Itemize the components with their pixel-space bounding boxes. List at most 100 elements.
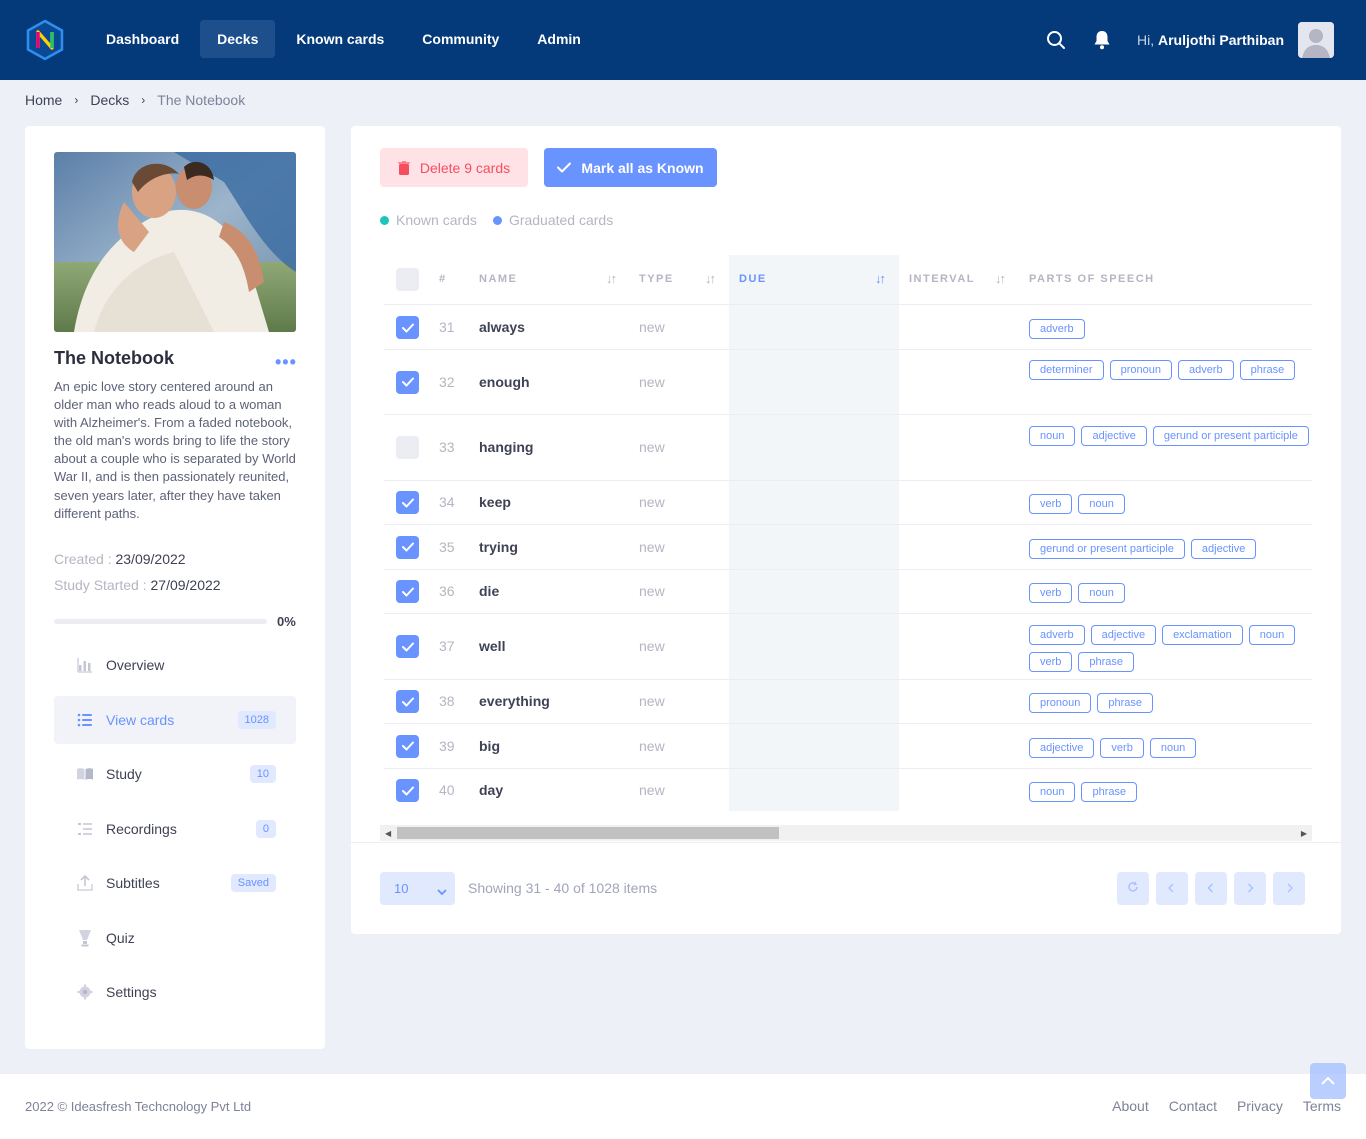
row-checkbox[interactable] [396,734,419,758]
card-word[interactable]: big [479,738,500,754]
nav-admin[interactable]: Admin [520,20,598,58]
created-label: Created : [54,551,112,567]
row-checkbox[interactable] [396,779,419,802]
pos-tag: noun [1078,494,1125,514]
card-word[interactable]: enough [479,374,530,390]
next-page-button[interactable] [1234,872,1266,905]
footer-link-terms[interactable]: Terms [1303,1098,1341,1114]
progress-percent: 0% [277,614,296,629]
scroll-to-top-button[interactable] [1310,1063,1346,1099]
search-icon[interactable] [1045,29,1067,51]
app-logo[interactable] [24,19,66,61]
deck-cover-image [54,152,296,332]
card-word[interactable]: day [479,782,503,798]
deck-progress-bar [54,619,267,624]
sort-icon[interactable]: ↓↑ [875,271,886,286]
refresh-button[interactable] [1117,872,1149,905]
row-checkbox[interactable] [396,635,419,658]
menu-settings[interactable]: Settings [54,968,296,1016]
nav-community[interactable]: Community [405,20,516,58]
table-row: 31 always new adverb [384,306,1312,350]
check-icon [401,741,414,751]
pos-tag: noun [1078,583,1125,603]
deck-description: An epic love story centered around an ol… [54,379,296,521]
footer-link-privacy[interactable]: Privacy [1237,1098,1283,1114]
row-checkbox[interactable] [396,436,419,459]
pagination-controls [1117,872,1305,905]
nav-decks[interactable]: Decks [200,20,276,58]
chevron-left-icon [1206,881,1216,896]
pos-tag: gerund or present participle [1029,538,1185,559]
menu-subtitles[interactable]: Subtitles Saved [54,859,296,907]
sort-icon[interactable]: ↓↑ [705,271,716,286]
mark-all-known-button[interactable]: Mark all as Known [544,148,717,187]
parts-of-speech: adjective verb noun [1029,737,1312,758]
card-word[interactable]: well [479,638,505,654]
card-word[interactable]: die [479,583,499,599]
pos-tag: noun [1248,624,1296,645]
avatar[interactable] [1298,22,1334,58]
pos-tag: adjective [1081,425,1147,446]
footer-links: About Contact Privacy Terms [1112,1098,1341,1114]
card-word[interactable]: keep [479,494,511,510]
nav-dashboard[interactable]: Dashboard [89,20,196,58]
bell-icon[interactable] [1091,29,1113,51]
previous-page-button[interactable] [1195,872,1227,905]
column-header-interval[interactable]: INTERVAL [909,273,975,285]
card-type: new [639,737,665,754]
menu-study[interactable]: Study 10 [54,750,296,798]
menu-overview[interactable]: Overview [54,641,296,689]
menu-label: Study [106,766,142,782]
delete-cards-button[interactable]: Delete 9 cards [380,148,528,187]
known-label: Mark all as Known [581,159,704,176]
pos-tag: pronoun [1109,360,1172,380]
scrollbar-thumb[interactable] [397,827,779,839]
row-checkbox[interactable] [396,690,419,713]
book-open-icon [76,765,94,783]
deck-created: Created : 23/09/2022 [54,551,186,567]
card-word[interactable]: hanging [479,439,533,455]
row-checkbox[interactable] [396,316,419,339]
delete-label: Delete 9 cards [419,159,511,176]
card-type: new [639,439,665,455]
menu-quiz[interactable]: Quiz [54,914,296,962]
first-page-button[interactable] [1156,872,1188,905]
breadcrumb: Home › Decks › The Notebook [25,92,245,108]
horizontal-scrollbar[interactable]: ◀ ▶ [380,825,1312,841]
pos-tag: noun [1149,737,1197,758]
parts-of-speech: verb noun [1029,494,1312,514]
row-checkbox[interactable] [396,535,419,559]
parts-of-speech: verb noun [1029,583,1312,603]
menu-label: Settings [106,984,157,1000]
check-icon [401,642,414,651]
card-word[interactable]: always [479,319,525,335]
nav-known-cards[interactable]: Known cards [279,20,401,58]
more-options-icon[interactable]: ••• [275,352,297,373]
menu-recordings[interactable]: Recordings 0 [54,805,296,853]
column-header-type[interactable]: TYPE [639,273,674,285]
column-header-due[interactable]: DUE [739,273,767,285]
card-type: new [639,373,665,390]
breadcrumb-home[interactable]: Home [25,92,62,108]
card-word[interactable]: everything [479,693,550,709]
row-checkbox[interactable] [396,580,419,603]
scroll-left-icon[interactable]: ◀ [385,829,391,838]
menu-view-cards[interactable]: View cards 1028 [54,695,296,744]
select-all-checkbox[interactable] [396,268,419,291]
created-date: 23/09/2022 [115,551,186,567]
user-greeting[interactable]: Hi, Aruljothi Parthiban [1137,32,1284,48]
check-icon [401,542,414,552]
legend-dot [380,215,389,225]
card-word[interactable]: trying [479,539,518,555]
page-size-select[interactable]: 10 [380,872,455,905]
sort-icon[interactable]: ↓↑ [606,271,617,286]
footer-link-contact[interactable]: Contact [1169,1098,1217,1114]
column-header-name[interactable]: NAME [479,273,517,285]
row-checkbox[interactable] [396,370,419,394]
scroll-right-icon[interactable]: ▶ [1301,829,1307,838]
last-page-button[interactable] [1273,872,1305,905]
row-checkbox[interactable] [396,491,419,514]
sort-icon[interactable]: ↓↑ [995,271,1006,286]
breadcrumb-decks[interactable]: Decks [90,92,129,108]
footer-link-about[interactable]: About [1112,1098,1149,1114]
